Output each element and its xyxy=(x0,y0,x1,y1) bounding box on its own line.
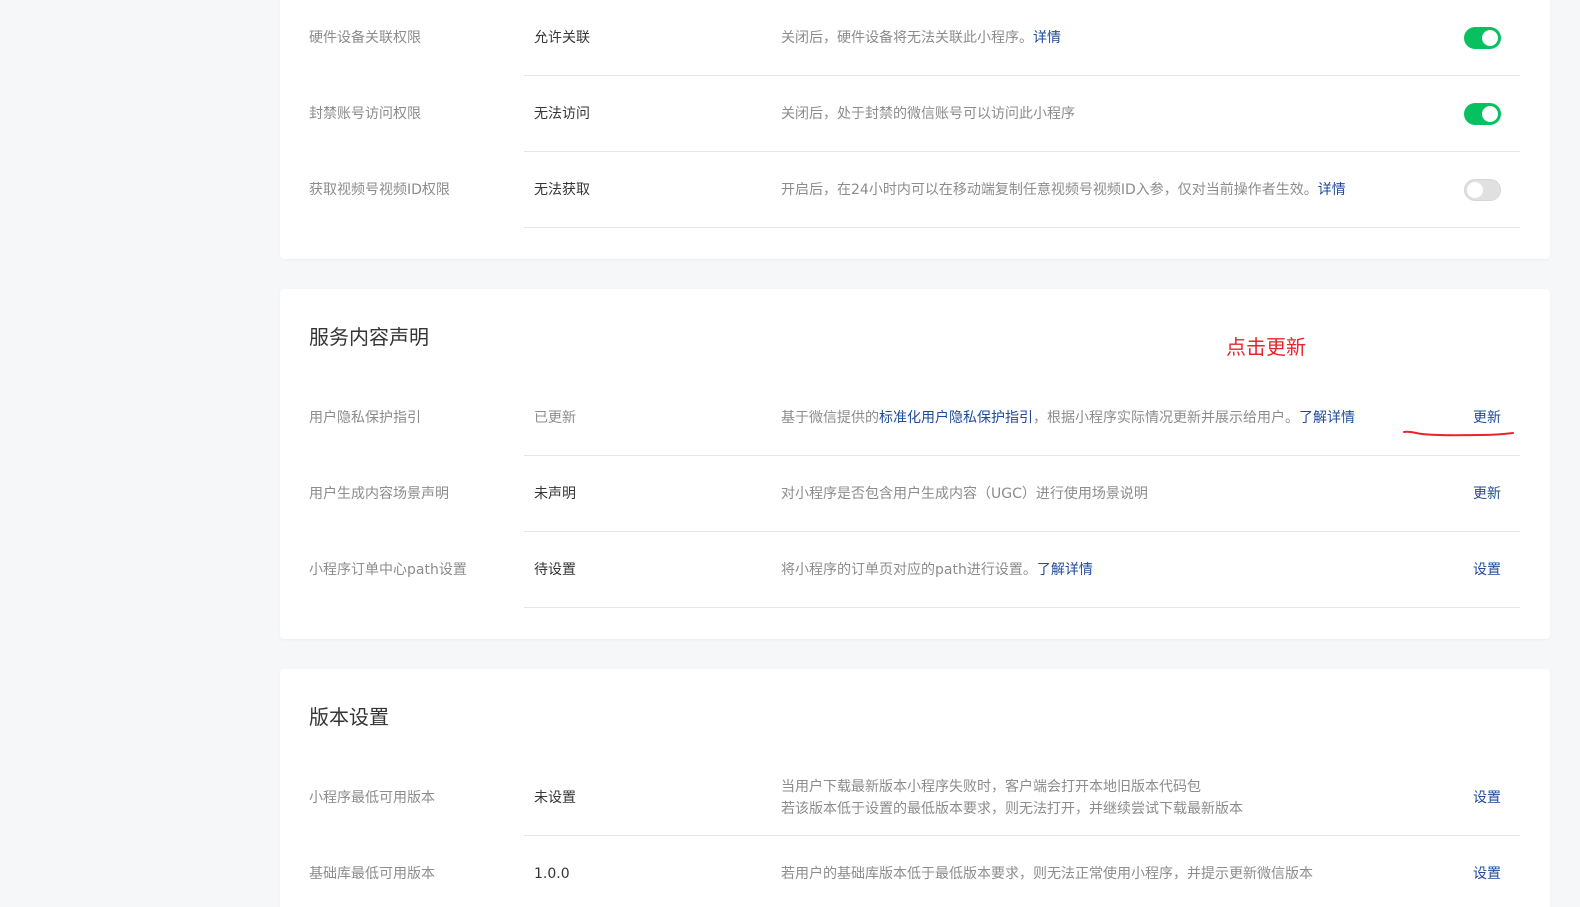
row-description: 若用户的基础库版本低于最低版本要求，则无法正常使用小程序，并提示更新微信版本 xyxy=(781,866,1313,882)
row-description: 开启后，在24小时内可以在移动端复制任意视频号视频ID入参，仅对当前操作者生效。… xyxy=(781,182,1346,198)
row-description: 对小程序是否包含用户生成内容（UGC）进行使用场景说明 xyxy=(781,486,1148,502)
row-status: 未声明 xyxy=(534,486,576,502)
row-label: 基础库最低可用版本 xyxy=(309,866,435,882)
row-status: 1.0.0 xyxy=(534,866,570,882)
toggle-knob xyxy=(1482,106,1498,122)
order-path-set-button[interactable]: 设置 xyxy=(1473,532,1501,608)
row-description: 当用户下载最新版本小程序失败时，客户端会打开本地旧版本代码包 若该版本低于设置的… xyxy=(781,779,1243,817)
min-lib-version-set-button[interactable]: 设置 xyxy=(1473,836,1501,907)
permission-row-video-id: 获取视频号视频ID权限 无法获取 开启后，在24小时内可以在移动端复制任意视频号… xyxy=(280,152,1550,228)
row-label: 用户隐私保护指引 xyxy=(309,410,421,426)
details-link[interactable]: 详情 xyxy=(1033,30,1061,46)
row-status: 已更新 xyxy=(534,410,576,426)
min-app-version-set-button[interactable]: 设置 xyxy=(1473,760,1501,836)
row-label: 用户生成内容场景声明 xyxy=(309,486,449,502)
learn-more-link[interactable]: 了解详情 xyxy=(1037,562,1093,578)
annotation-underline xyxy=(1403,430,1514,437)
row-description: 关闭后，硬件设备将无法关联此小程序。详情 xyxy=(781,30,1061,46)
row-status: 无法访问 xyxy=(534,106,590,122)
privacy-guide-link[interactable]: 标准化用户隐私保护指引 xyxy=(879,410,1033,426)
service-declaration-card: 服务内容声明 点击更新 用户隐私保护指引 已更新 基于微信提供的标准化用户隐私保… xyxy=(280,289,1550,639)
row-status: 允许关联 xyxy=(534,30,590,46)
video-id-toggle[interactable] xyxy=(1464,179,1501,201)
row-divider xyxy=(524,227,1520,228)
row-description: 将小程序的订单页对应的path进行设置。了解详情 xyxy=(781,562,1093,578)
service-row-order-path: 小程序订单中心path设置 待设置 将小程序的订单页对应的path进行设置。了解… xyxy=(280,532,1550,608)
ugc-update-button[interactable]: 更新 xyxy=(1473,456,1501,532)
hardware-permission-toggle[interactable] xyxy=(1464,27,1501,49)
toggle-knob xyxy=(1467,182,1483,198)
version-settings-card: 版本设置 小程序最低可用版本 未设置 当用户下载最新版本小程序失败时，客户端会打… xyxy=(280,669,1550,907)
section-title: 版本设置 xyxy=(309,705,389,729)
row-label: 小程序最低可用版本 xyxy=(309,790,435,806)
banned-account-toggle[interactable] xyxy=(1464,103,1501,125)
annotation-text: 点击更新 xyxy=(1226,335,1306,359)
privacy-update-button[interactable]: 更新 xyxy=(1473,380,1501,456)
permissions-card: 硬件设备关联权限 允许关联 关闭后，硬件设备将无法关联此小程序。详情 封禁账号访… xyxy=(280,0,1550,259)
toggle-knob xyxy=(1482,30,1498,46)
row-status: 无法获取 xyxy=(534,182,590,198)
row-divider xyxy=(524,607,1520,608)
permission-row-banned-account: 封禁账号访问权限 无法访问 关闭后，处于封禁的微信账号可以访问此小程序 xyxy=(280,76,1550,152)
row-description: 基于微信提供的标准化用户隐私保护指引，根据小程序实际情况更新并展示给用户。了解详… xyxy=(781,410,1355,426)
row-description: 关闭后，处于封禁的微信账号可以访问此小程序 xyxy=(781,106,1075,122)
service-row-privacy: 用户隐私保护指引 已更新 基于微信提供的标准化用户隐私保护指引，根据小程序实际情… xyxy=(280,380,1550,456)
row-label: 获取视频号视频ID权限 xyxy=(309,182,450,198)
row-label: 小程序订单中心path设置 xyxy=(309,562,467,578)
permission-row-hardware: 硬件设备关联权限 允许关联 关闭后，硬件设备将无法关联此小程序。详情 xyxy=(280,0,1550,76)
row-label: 硬件设备关联权限 xyxy=(309,30,421,46)
service-row-ugc: 用户生成内容场景声明 未声明 对小程序是否包含用户生成内容（UGC）进行使用场景… xyxy=(280,456,1550,532)
version-row-min-lib: 基础库最低可用版本 1.0.0 若用户的基础库版本低于最低版本要求，则无法正常使… xyxy=(280,836,1550,907)
learn-more-link[interactable]: 了解详情 xyxy=(1299,410,1355,426)
details-link[interactable]: 详情 xyxy=(1318,182,1346,198)
version-row-min-app: 小程序最低可用版本 未设置 当用户下载最新版本小程序失败时，客户端会打开本地旧版… xyxy=(280,760,1550,836)
row-label: 封禁账号访问权限 xyxy=(309,106,421,122)
section-title: 服务内容声明 xyxy=(309,325,429,349)
row-status: 未设置 xyxy=(534,790,576,806)
row-status: 待设置 xyxy=(534,562,576,578)
